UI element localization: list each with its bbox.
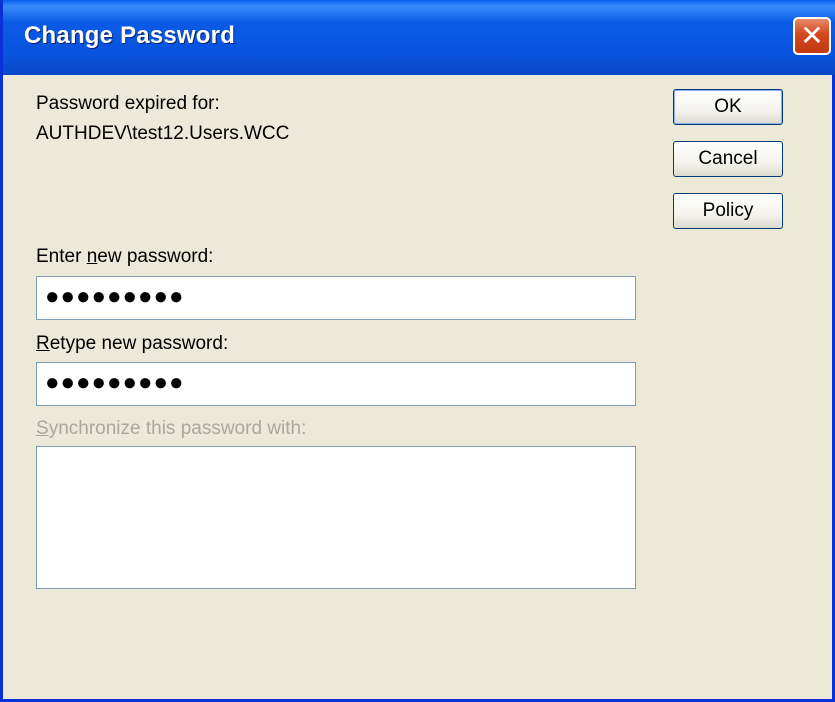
dialog-title: Change Password: [24, 22, 236, 49]
close-icon: ✕: [800, 19, 824, 52]
policy-button[interactable]: Policy: [673, 193, 783, 229]
new-password-accelerator: n: [86, 246, 98, 267]
retype-password-label: Retype new password:: [36, 333, 228, 355]
retype-password-label-suffix: etype new password:: [49, 333, 229, 354]
cancel-button[interactable]: Cancel: [673, 141, 783, 177]
new-password-label-suffix: ew password:: [97, 246, 214, 267]
new-password-field[interactable]: ●●●●●●●●●: [36, 276, 636, 320]
sync-listbox[interactable]: [36, 446, 636, 589]
sync-accelerator: S: [36, 418, 49, 439]
title-bar[interactable]: Change Password ✕: [3, 0, 835, 75]
account-name: AUTHDEV\test12.Users.WCC: [36, 123, 290, 144]
new-password-label: Enter new password:: [36, 246, 213, 268]
change-password-dialog: Change Password ✕ Password expired for: …: [0, 0, 835, 702]
new-password-label-prefix: Enter: [36, 246, 87, 267]
sync-label-suffix: ynchronize this password with:: [48, 418, 307, 439]
retype-password-field[interactable]: ●●●●●●●●●: [36, 362, 636, 406]
close-button[interactable]: ✕: [793, 17, 831, 55]
sync-label: Synchronize this password with:: [36, 418, 306, 440]
ok-button[interactable]: OK: [673, 89, 783, 125]
retype-password-accelerator: R: [36, 333, 50, 354]
expired-label: Password expired for:: [36, 93, 220, 114]
